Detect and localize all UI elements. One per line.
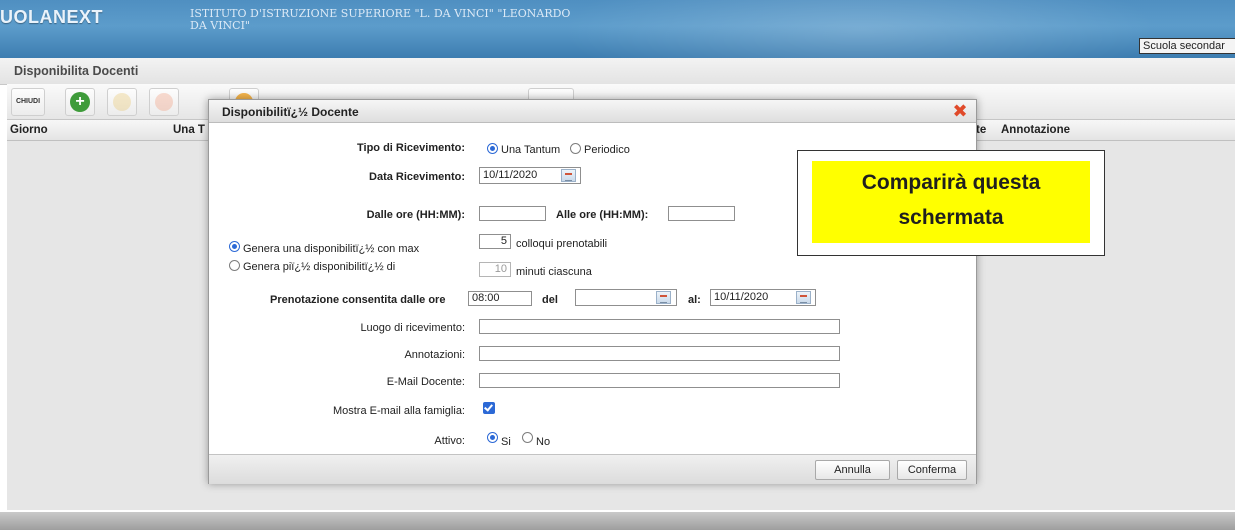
calendar-icon-al[interactable] <box>796 291 811 304</box>
school-name: ISTITUTO D'ISTRUZIONE SUPERIORE "L. DA V… <box>190 7 571 32</box>
callout-text: Comparirà questa schermata <box>861 171 1041 229</box>
luogo-input[interactable] <box>479 319 840 334</box>
radio-genera-piu[interactable] <box>229 260 240 271</box>
app-header: UOLANEXT ISTITUTO D'ISTRUZIONE SUPERIORE… <box>0 0 1235 58</box>
radio-una-tantum[interactable] <box>487 143 498 154</box>
radio-una-tantum-label: Una Tantum <box>501 144 561 156</box>
dalle-ore-label: Dalle ore (HH:MM): <box>366 209 465 221</box>
callout-highlight: Comparirà questa schermata <box>812 161 1090 243</box>
data-ricevimento-label: Data Ricevimento: <box>369 171 465 183</box>
mostra-email-checkbox[interactable] <box>483 402 495 414</box>
colloqui-max-input[interactable]: 5 <box>479 234 511 249</box>
page: UOLANEXT ISTITUTO D'ISTRUZIONE SUPERIORE… <box>0 0 1235 530</box>
attivo-label: Attivo: <box>434 435 465 447</box>
luogo-label: Luogo di ricevimento: <box>360 322 465 334</box>
radio-periodico[interactable] <box>570 143 581 154</box>
tipo-ricevimento-label: Tipo di Ricevimento: <box>357 142 465 154</box>
dialog-title: Disponibilitï¿½ Docente <box>222 105 359 119</box>
radio-genera-max[interactable] <box>229 241 240 252</box>
radio-periodico-label: Periodico <box>584 144 630 156</box>
col-una-tantum: Una T <box>173 124 205 136</box>
plus-icon: + <box>70 92 90 112</box>
dalle-ore-input[interactable] <box>479 206 546 221</box>
annotazioni-label: Annotazioni: <box>404 349 465 361</box>
minuti-label: minuti ciascuna <box>516 266 592 278</box>
annotazioni-input[interactable] <box>479 346 840 361</box>
close-icon[interactable]: ✖ <box>950 101 970 121</box>
minuti-input[interactable]: 10 <box>479 262 511 277</box>
radio-attivo-si-label: Si <box>501 436 511 448</box>
disabled-button-1 <box>107 88 137 116</box>
colloqui-label: colloqui prenotabili <box>516 238 608 250</box>
annotation-callout: Comparirà questa schermata <box>797 150 1105 256</box>
chiudi-button[interactable]: CHIUDI <box>11 88 45 116</box>
col-giorno: Giorno <box>10 124 48 136</box>
col-annotazione: Annotazione <box>1001 124 1070 136</box>
add-button[interactable]: + <box>65 88 95 116</box>
disabled-button-2 <box>149 88 179 116</box>
genera-max-label: Genera una disponibilitï¿½ con max <box>243 243 420 255</box>
app-logo: UOLANEXT <box>0 7 103 27</box>
genera-piu-label: Genera piï¿½ disponibilitï¿½ di <box>243 261 396 273</box>
prenotazione-ore-input[interactable]: 08:00 <box>468 291 532 306</box>
dialog-footer: Annulla Conferma <box>209 454 976 484</box>
footer-strip <box>0 512 1235 530</box>
del-label: del <box>542 294 558 306</box>
annulla-button[interactable]: Annulla <box>815 460 890 480</box>
conferma-button[interactable]: Conferma <box>897 460 967 480</box>
radio-attivo-no-label: No <box>536 436 551 448</box>
calendar-icon-del[interactable] <box>656 291 671 304</box>
panel-title: Disponibilita Docenti <box>14 64 139 78</box>
alle-ore-label: Alle ore (HH:MM): <box>556 209 649 221</box>
radio-attivo-no[interactable] <box>522 432 533 443</box>
mostra-email-label: Mostra E-mail alla famiglia: <box>332 405 465 417</box>
al-label: al: <box>688 294 701 306</box>
school-select[interactable]: Scuola secondar <box>1139 38 1235 54</box>
radio-attivo-si[interactable] <box>487 432 498 443</box>
col-te: te <box>976 124 987 136</box>
pencil-icon <box>113 93 131 111</box>
email-docente-label: E-Mail Docente: <box>386 376 465 388</box>
delete-icon <box>155 93 173 111</box>
alle-ore-input[interactable] <box>668 206 735 221</box>
email-docente-input[interactable] <box>479 373 840 388</box>
prenotazione-label: Prenotazione consentita dalle ore <box>270 294 446 306</box>
dialog-titlebar: Disponibilitï¿½ Docente ✖ <box>209 100 976 123</box>
calendar-icon[interactable] <box>561 169 576 182</box>
panel-title-bar: Disponibilita Docenti <box>0 58 1235 85</box>
